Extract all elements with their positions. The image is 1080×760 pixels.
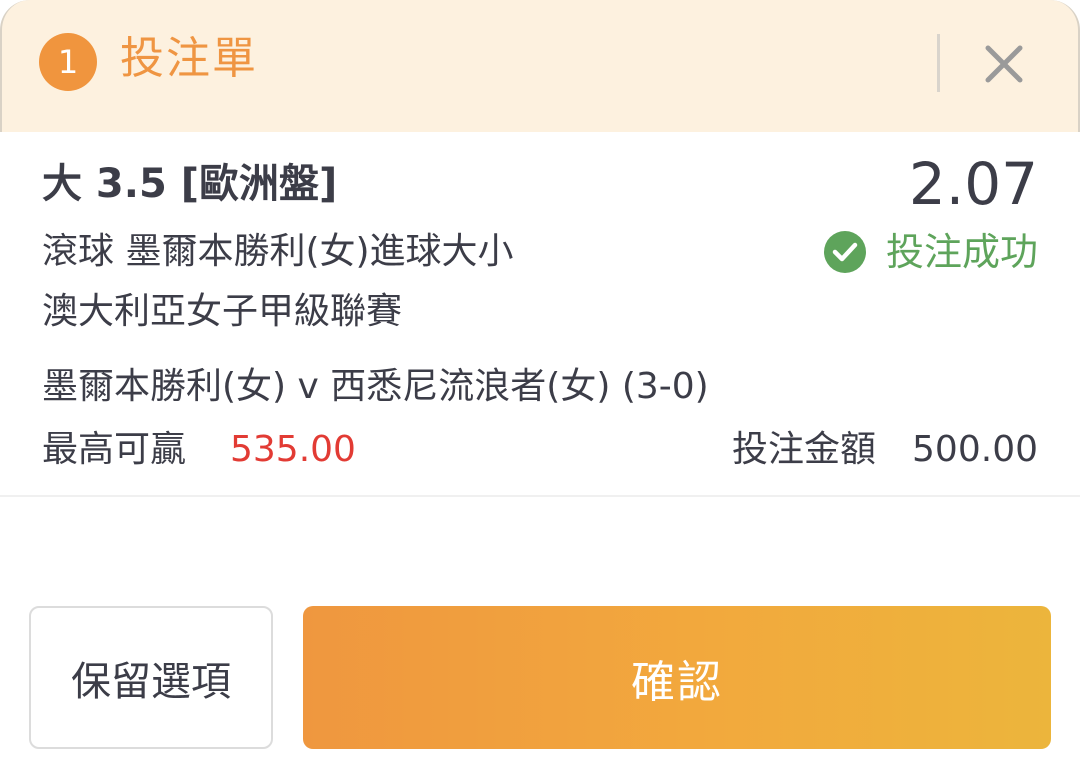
max-win-value: 535.00 [230, 429, 356, 470]
stake-value: 500.00 [912, 429, 1038, 470]
match-name: 墨爾本勝利(女) v 西悉尼流浪者(女) (3-0) [42, 366, 709, 407]
odds-value: 2.07 [908, 150, 1038, 218]
selection-name: 大 3.5 [歐洲盤] [42, 161, 338, 207]
league-name: 澳大利亞女子甲級聯賽 [42, 291, 403, 332]
market-name: 滾球 墨爾本勝利(女)進球大小 [42, 231, 514, 272]
bet-slip: 1 投注單 大 3.5 [歐洲盤] 2.07 滾球 墨爾本勝利(女)進球大小 投… [0, 0, 1080, 760]
header-divider [937, 34, 940, 92]
stake-row: 投注金額 500.00 [732, 426, 1038, 474]
confirm-button[interactable]: 確認 [303, 606, 1051, 749]
bet-slip-title: 投注單 [120, 33, 258, 84]
check-circle-icon [823, 231, 866, 273]
bet-slip-header: 1 投注單 [0, 0, 1080, 132]
max-win-label: 最高可贏 [42, 429, 187, 470]
bet-details: 大 3.5 [歐洲盤] 2.07 滾球 墨爾本勝利(女)進球大小 投注成功 澳大… [0, 132, 1080, 497]
keep-selections-button[interactable]: 保留選項 [29, 606, 273, 749]
close-icon[interactable] [980, 40, 1028, 88]
selection-count-badge: 1 [39, 33, 97, 91]
status-text: 投注成功 [885, 230, 1038, 274]
bet-status: 投注成功 [823, 228, 1038, 276]
stake-label: 投注金額 [732, 429, 877, 470]
